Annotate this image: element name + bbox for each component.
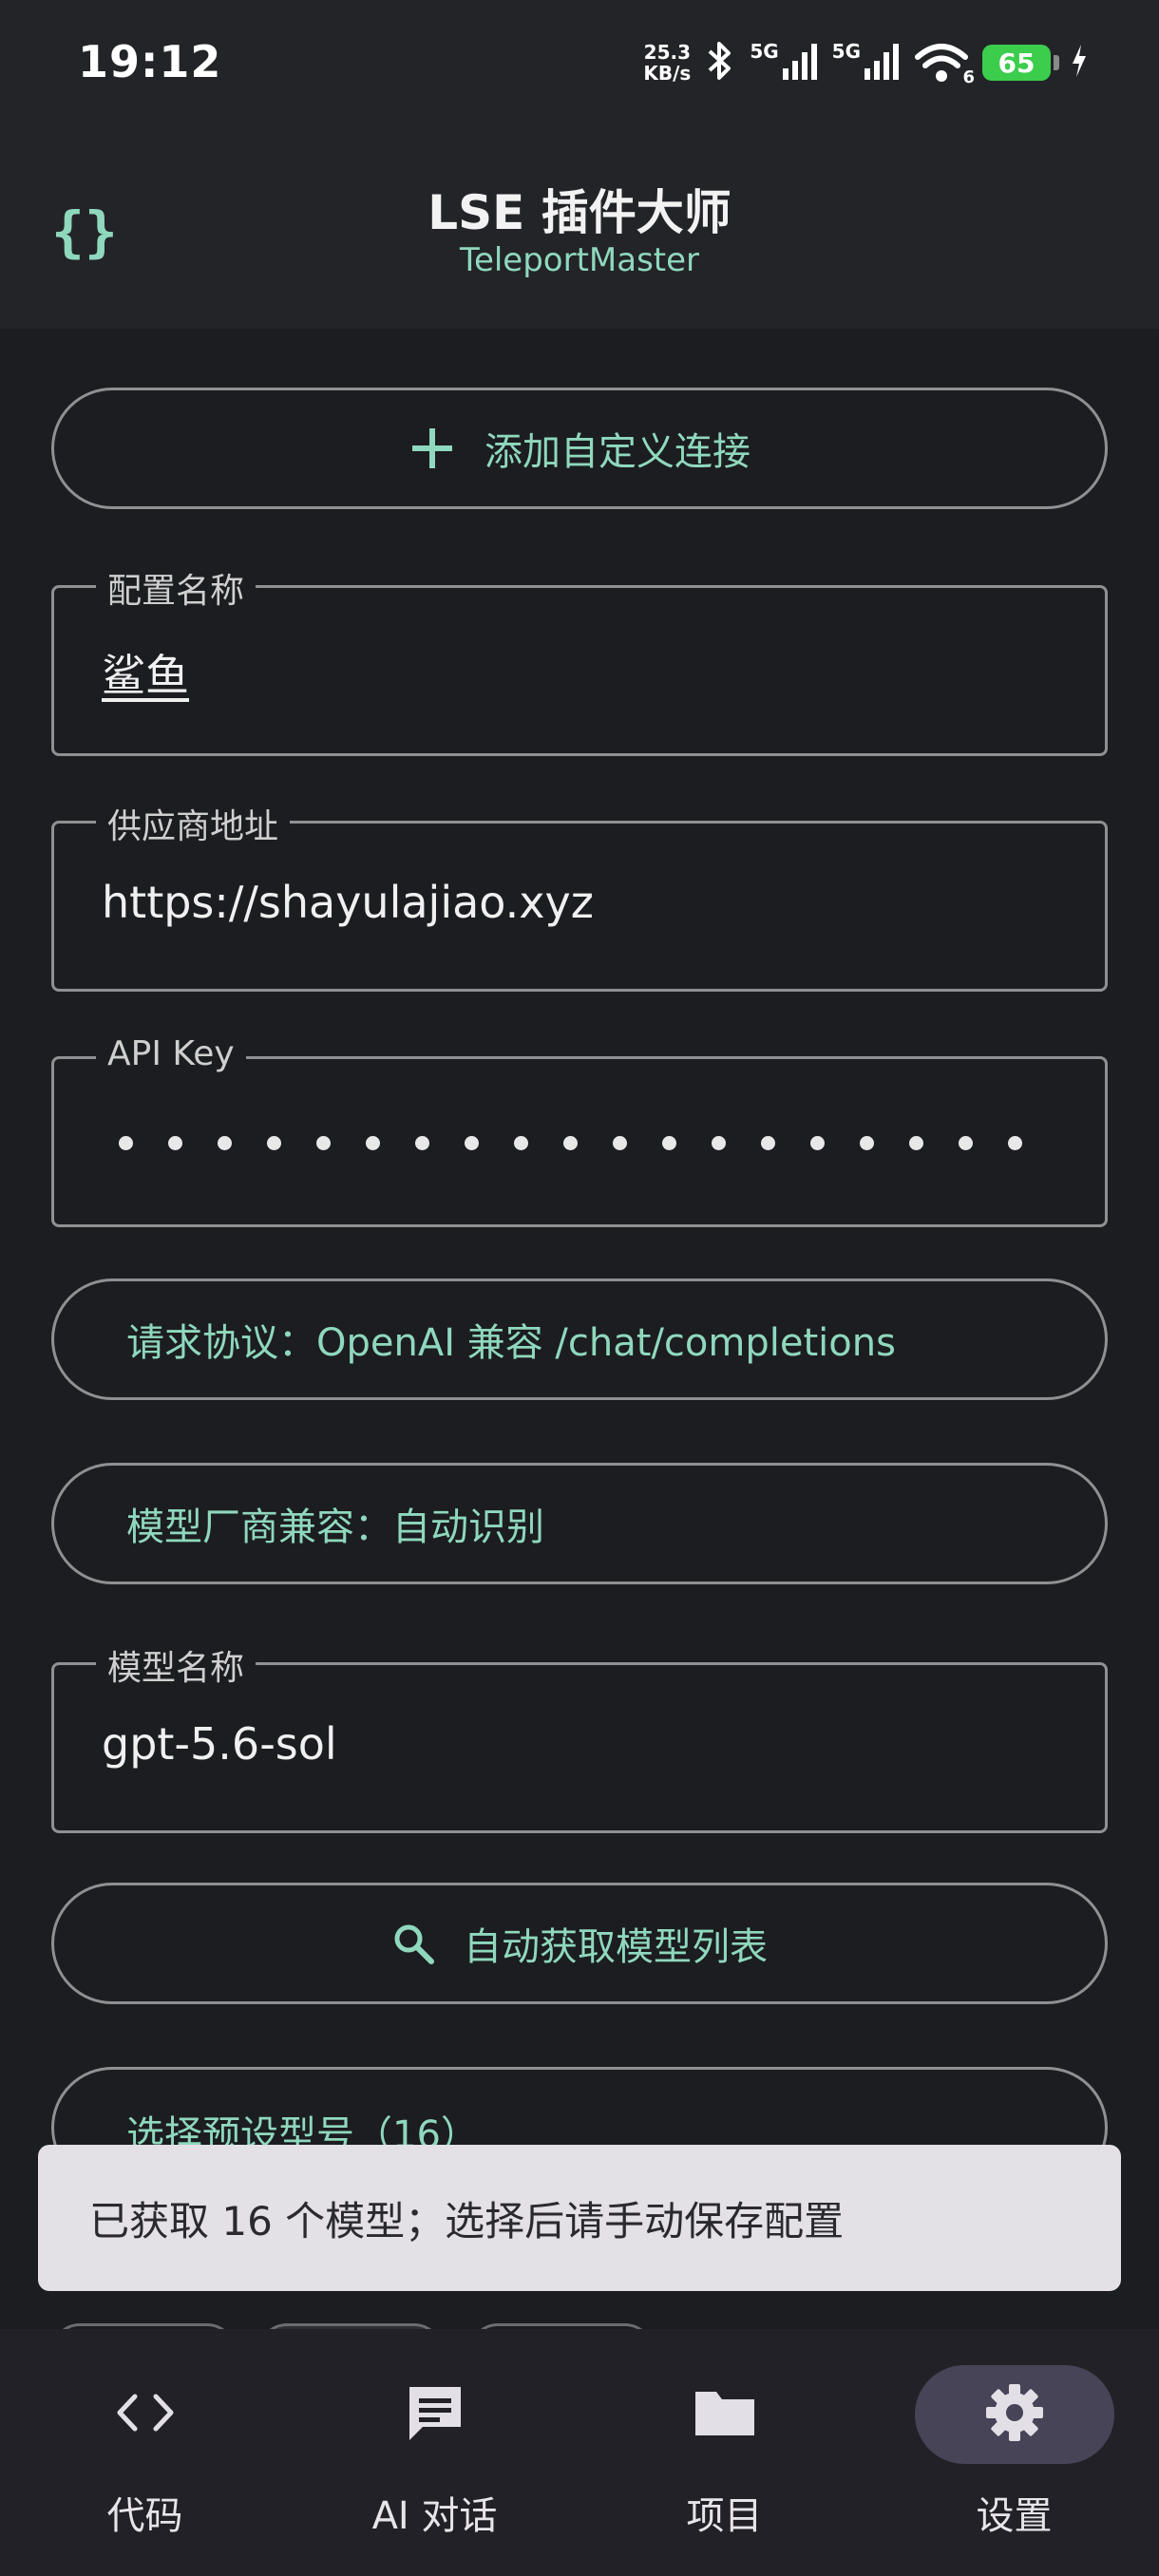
mask-dot bbox=[712, 1135, 726, 1150]
mask-dot bbox=[1008, 1135, 1022, 1150]
request-protocol-label: 请求协议：OpenAI 兼容 /chat/completions bbox=[126, 1321, 896, 1365]
signal-2-label: 5G bbox=[831, 40, 861, 63]
folder-icon bbox=[692, 2384, 758, 2445]
mask-dot bbox=[415, 1135, 429, 1150]
status-bar: 19:12 25.3 KB/s 5G 5G 6 65 bbox=[0, 0, 1159, 133]
mask-dot bbox=[909, 1135, 923, 1150]
nav-item-ai-chat[interactable]: AI 对话 bbox=[290, 2329, 580, 2576]
mask-dot bbox=[465, 1135, 479, 1150]
add-custom-connection-button[interactable]: 添加自定义连接 bbox=[51, 388, 1108, 509]
app-subtitle: TeleportMaster bbox=[459, 241, 700, 279]
nav-code-label: 代码 bbox=[106, 2494, 183, 2538]
gear-icon bbox=[983, 2381, 1046, 2448]
charging-icon bbox=[1070, 43, 1089, 83]
app-title: LSE 插件大师 bbox=[428, 185, 732, 240]
mask-dot bbox=[662, 1135, 676, 1150]
config-name-label: 配置名称 bbox=[96, 563, 256, 613]
nav-projects-label: 项目 bbox=[686, 2494, 763, 2538]
model-name-field[interactable]: 模型名称 gpt-5.6-sol bbox=[51, 1640, 1108, 1833]
mask-dot bbox=[959, 1135, 973, 1150]
nav-chat-icon-wrap bbox=[335, 2365, 535, 2464]
model-name-label: 模型名称 bbox=[96, 1640, 256, 1690]
auto-fetch-models-label: 自动获取模型列表 bbox=[464, 1925, 768, 1969]
signal-1: 5G bbox=[750, 40, 819, 84]
bottom-navigation: 代码 AI 对话 项目 设置 bbox=[0, 2329, 1159, 2576]
nav-code-icon-wrap bbox=[46, 2365, 245, 2464]
status-time: 19:12 bbox=[78, 36, 222, 87]
wifi-icon: 6 bbox=[914, 42, 975, 87]
mask-dot bbox=[168, 1135, 182, 1150]
plus-icon bbox=[408, 425, 456, 472]
api-key-label: API Key bbox=[96, 1034, 246, 1073]
model-vendor-compat-label: 模型厂商兼容：自动识别 bbox=[126, 1506, 544, 1549]
request-protocol-button[interactable]: 请求协议：OpenAI 兼容 /chat/completions bbox=[51, 1279, 1108, 1400]
provider-url-label: 供应商地址 bbox=[96, 799, 291, 848]
model-name-value[interactable]: gpt-5.6-sol bbox=[102, 1718, 337, 1770]
api-key-masked-value[interactable] bbox=[119, 1131, 1057, 1154]
mask-dot bbox=[860, 1135, 874, 1150]
network-speed-unit: KB/s bbox=[643, 62, 692, 85]
mask-dot bbox=[316, 1135, 331, 1150]
auto-fetch-models-button[interactable]: 自动获取模型列表 bbox=[51, 1883, 1108, 2004]
wifi-badge: 6 bbox=[962, 67, 975, 87]
signal-1-label: 5G bbox=[750, 40, 779, 63]
provider-url-value[interactable]: https://shayulajiao.xyz bbox=[102, 877, 594, 928]
nav-projects-icon-wrap bbox=[625, 2365, 825, 2464]
mask-dot bbox=[761, 1135, 775, 1150]
mask-dot bbox=[613, 1135, 627, 1150]
battery-indicator: 65 bbox=[982, 45, 1059, 81]
signal-bars-icon bbox=[863, 42, 901, 84]
nav-settings-indicator bbox=[914, 2365, 1114, 2464]
mask-dot bbox=[119, 1135, 133, 1150]
signal-bars-icon bbox=[781, 42, 819, 84]
config-name-field[interactable]: 配置名称 鲨鱼 bbox=[51, 563, 1108, 756]
mask-dot bbox=[218, 1135, 232, 1150]
config-name-value[interactable]: 鲨鱼 bbox=[102, 641, 189, 704]
snackbar-message: 已获取 16 个模型；选择后请手动保存配置 bbox=[89, 2197, 845, 2245]
mask-dot bbox=[366, 1135, 380, 1150]
nav-item-code[interactable]: 代码 bbox=[0, 2329, 290, 2576]
mask-dot bbox=[810, 1135, 825, 1150]
nav-item-projects[interactable]: 项目 bbox=[580, 2329, 869, 2576]
add-custom-connection-label: 添加自定义连接 bbox=[484, 430, 750, 474]
api-key-field[interactable]: API Key bbox=[51, 1034, 1108, 1227]
signal-2: 5G bbox=[831, 40, 901, 84]
bluetooth-icon bbox=[704, 40, 736, 85]
code-icon bbox=[112, 2389, 179, 2440]
mask-dot bbox=[267, 1135, 281, 1150]
mask-dot bbox=[563, 1135, 578, 1150]
provider-url-field[interactable]: 供应商地址 https://shayulajiao.xyz bbox=[51, 799, 1108, 992]
snackbar: 已获取 16 个模型；选择后请手动保存配置 bbox=[38, 2145, 1121, 2291]
nav-item-settings[interactable]: 设置 bbox=[869, 2329, 1159, 2576]
nav-settings-label: 设置 bbox=[976, 2494, 1053, 2538]
status-icons: 25.3 KB/s 5G 5G 6 65 bbox=[643, 34, 1089, 91]
mask-dot bbox=[514, 1135, 528, 1150]
model-vendor-compat-button[interactable]: 模型厂商兼容：自动识别 bbox=[51, 1463, 1108, 1584]
search-icon bbox=[391, 1922, 435, 1965]
settings-form: 添加自定义连接 配置名称 鲨鱼 供应商地址 https://shayulajia… bbox=[0, 329, 1159, 2323]
network-speed-value: 25.3 bbox=[643, 41, 692, 64]
chat-icon bbox=[402, 2379, 468, 2450]
nav-ai-chat-label: AI 对话 bbox=[371, 2494, 498, 2538]
network-speed: 25.3 KB/s bbox=[643, 42, 691, 84]
app-bar: {} LSE 插件大师 TeleportMaster bbox=[0, 133, 1159, 329]
